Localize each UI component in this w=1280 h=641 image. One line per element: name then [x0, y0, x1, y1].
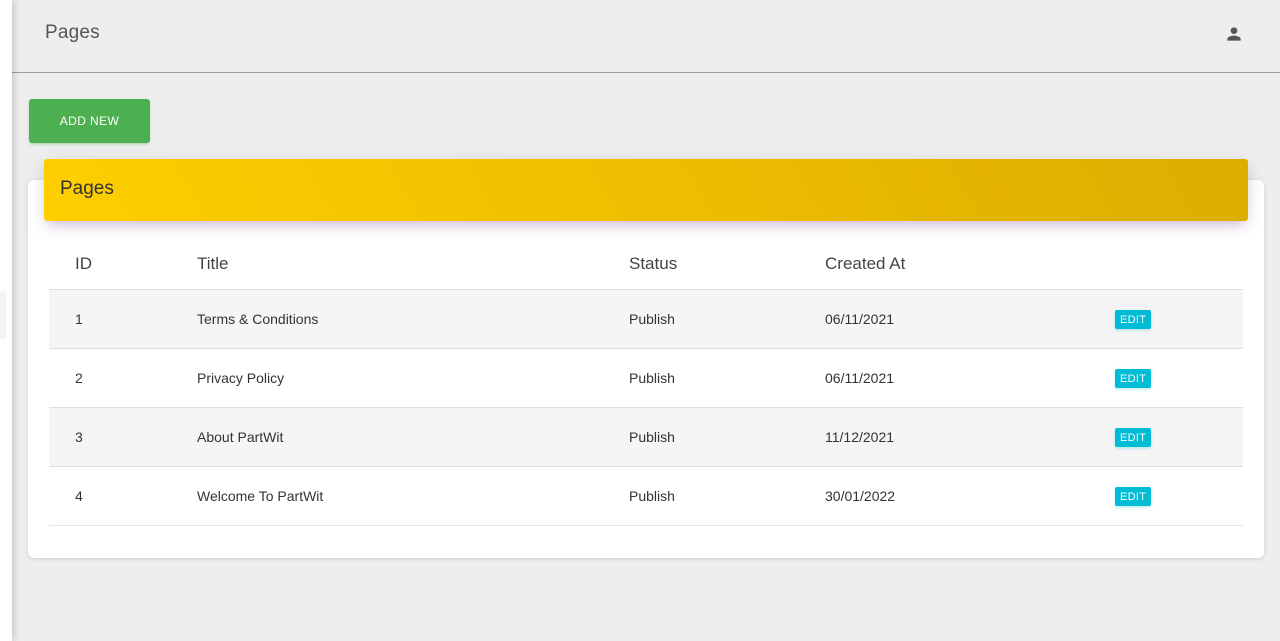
table-row: 3 About PartWit Publish 11/12/2021 EDIT: [49, 407, 1243, 467]
add-new-button[interactable]: ADD NEW: [29, 99, 150, 143]
edit-button[interactable]: EDIT: [1115, 368, 1152, 388]
column-header-created-at: Created At: [825, 238, 1115, 290]
user-account-button[interactable]: [1220, 20, 1248, 48]
cell-created-at: 06/11/2021: [825, 289, 1115, 349]
table-row: 4 Welcome To PartWit Publish 30/01/2022 …: [49, 466, 1243, 526]
edit-button[interactable]: EDIT: [1115, 309, 1152, 329]
top-navbar: Pages: [12, 0, 1280, 73]
cell-created-at: 06/11/2021: [825, 348, 1115, 408]
edit-button[interactable]: EDIT: [1115, 486, 1152, 506]
cell-id: 3: [49, 407, 197, 467]
cell-title: Privacy Policy: [197, 348, 629, 408]
cell-id: 1: [49, 289, 197, 349]
cell-title: About PartWit: [197, 407, 629, 467]
cell-actions: EDIT: [1115, 348, 1243, 408]
cell-title: Welcome To PartWit: [197, 466, 629, 526]
cell-actions: EDIT: [1115, 289, 1243, 349]
cell-status: Publish: [629, 348, 825, 408]
pages-table: ID Title Status Created At 1 Terms & Con…: [49, 238, 1243, 526]
cell-title: Terms & Conditions: [197, 289, 629, 349]
column-header-title: Title: [197, 238, 629, 290]
column-header-status: Status: [629, 238, 825, 290]
cell-actions: EDIT: [1115, 466, 1243, 526]
table-header-row: ID Title Status Created At: [49, 238, 1243, 290]
person-icon: [1227, 27, 1241, 41]
main-panel: Pages ADD NEW Pages ID Title Status Crea…: [12, 0, 1280, 641]
table-row: 1 Terms & Conditions Publish 06/11/2021 …: [49, 289, 1243, 349]
sidebar-notch: [0, 292, 4, 338]
cell-id: 4: [49, 466, 197, 526]
cell-status: Publish: [629, 289, 825, 349]
page-title: Pages: [45, 22, 100, 43]
card-title: Pages: [60, 178, 114, 199]
edit-button[interactable]: EDIT: [1115, 427, 1152, 447]
cell-status: Publish: [629, 466, 825, 526]
sidebar-edge: [0, 0, 12, 641]
cell-id: 2: [49, 348, 197, 408]
column-header-actions: [1115, 238, 1243, 290]
column-header-id: ID: [49, 238, 197, 290]
cell-created-at: 11/12/2021: [825, 407, 1115, 467]
cell-created-at: 30/01/2022: [825, 466, 1115, 526]
card-header: Pages: [44, 159, 1248, 221]
table-row: 2 Privacy Policy Publish 06/11/2021 EDIT: [49, 348, 1243, 408]
cell-status: Publish: [629, 407, 825, 467]
cell-actions: EDIT: [1115, 407, 1243, 467]
